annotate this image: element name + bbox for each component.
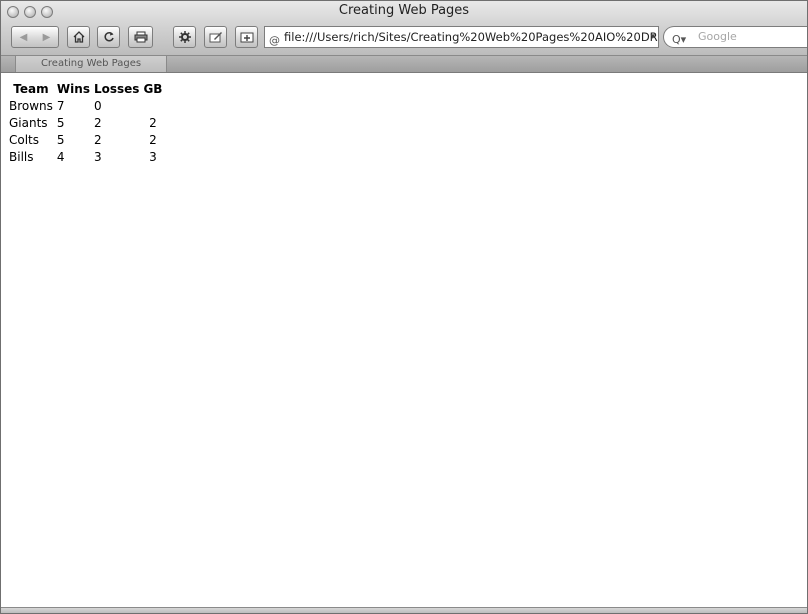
add-bookmark-button[interactable]: [235, 26, 258, 48]
home-button[interactable]: [67, 26, 90, 48]
address-text: file:///Users/rich/Sites/Creating%20Web%…: [284, 30, 658, 44]
wins-cell: 7: [56, 99, 65, 113]
home-icon: [73, 31, 84, 43]
search-icon: Q▾: [672, 33, 687, 46]
reload-icon: [103, 32, 114, 42]
status-bar: [1, 607, 807, 613]
edit-button[interactable]: [204, 26, 227, 48]
back-icon[interactable]: ◀: [20, 32, 28, 43]
toolbar: Creating Web Pages ◀ ▶ @ file:///Users/r…: [1, 1, 807, 56]
losses-cell: 3: [93, 150, 102, 164]
gb-cell: 2: [149, 116, 157, 130]
gb-cell: 3: [149, 150, 157, 164]
losses-cell: 0: [93, 99, 102, 113]
window-title: Creating Web Pages: [338, 3, 470, 18]
gear-button[interactable]: [173, 26, 196, 48]
wins-cell: 5: [56, 116, 65, 130]
table-row: Colts 5 2 2: [7, 132, 164, 149]
print-icon: [134, 31, 147, 43]
chevron-down-icon[interactable]: ▾: [650, 27, 655, 47]
table-header-row: Team Wins Losses GB: [7, 81, 164, 98]
back-forward-buttons[interactable]: ◀ ▶: [11, 26, 59, 48]
column-header: GB: [143, 82, 163, 96]
reload-button[interactable]: [97, 26, 120, 48]
losses-cell: 2: [93, 133, 102, 147]
tab-strip: Creating Web Pages: [1, 56, 807, 73]
gb-cell: 2: [149, 133, 157, 147]
table-row: Bills 4 3 3: [7, 149, 164, 166]
team-cell: Browns: [9, 99, 53, 113]
search-placeholder: Google: [698, 30, 737, 43]
wins-cell: 4: [56, 150, 65, 164]
column-header: Wins: [56, 82, 90, 96]
wins-cell: 5: [56, 133, 65, 147]
add-bookmark-icon: [240, 32, 253, 43]
page-content: Team Wins Losses GB Browns 7 0 Giants 5 …: [1, 73, 807, 607]
address-bar[interactable]: @ file:///Users/rich/Sites/Creating%20We…: [264, 26, 659, 48]
team-cell: Bills: [9, 150, 34, 164]
print-button[interactable]: [128, 26, 153, 48]
column-header: Team: [13, 82, 49, 96]
table-row: Giants 5 2 2: [7, 115, 164, 132]
losses-cell: 2: [93, 116, 102, 130]
team-cell: Giants: [9, 116, 48, 130]
forward-icon[interactable]: ▶: [43, 32, 51, 43]
standings-table: Team Wins Losses GB Browns 7 0 Giants 5 …: [7, 81, 164, 166]
search-input[interactable]: Q▾ Google: [663, 26, 807, 48]
tab-creating-web-pages[interactable]: Creating Web Pages: [15, 56, 167, 72]
browser-window: Creating Web Pages ◀ ▶ @ file:///Users/r…: [0, 0, 808, 614]
page-favicon-icon: @: [269, 34, 280, 47]
edit-icon: [209, 32, 222, 43]
gear-icon: [178, 31, 191, 43]
team-cell: Colts: [9, 133, 40, 147]
column-header: Losses: [93, 82, 140, 96]
gb-cell: [141, 98, 164, 115]
table-row: Browns 7 0: [7, 98, 164, 115]
